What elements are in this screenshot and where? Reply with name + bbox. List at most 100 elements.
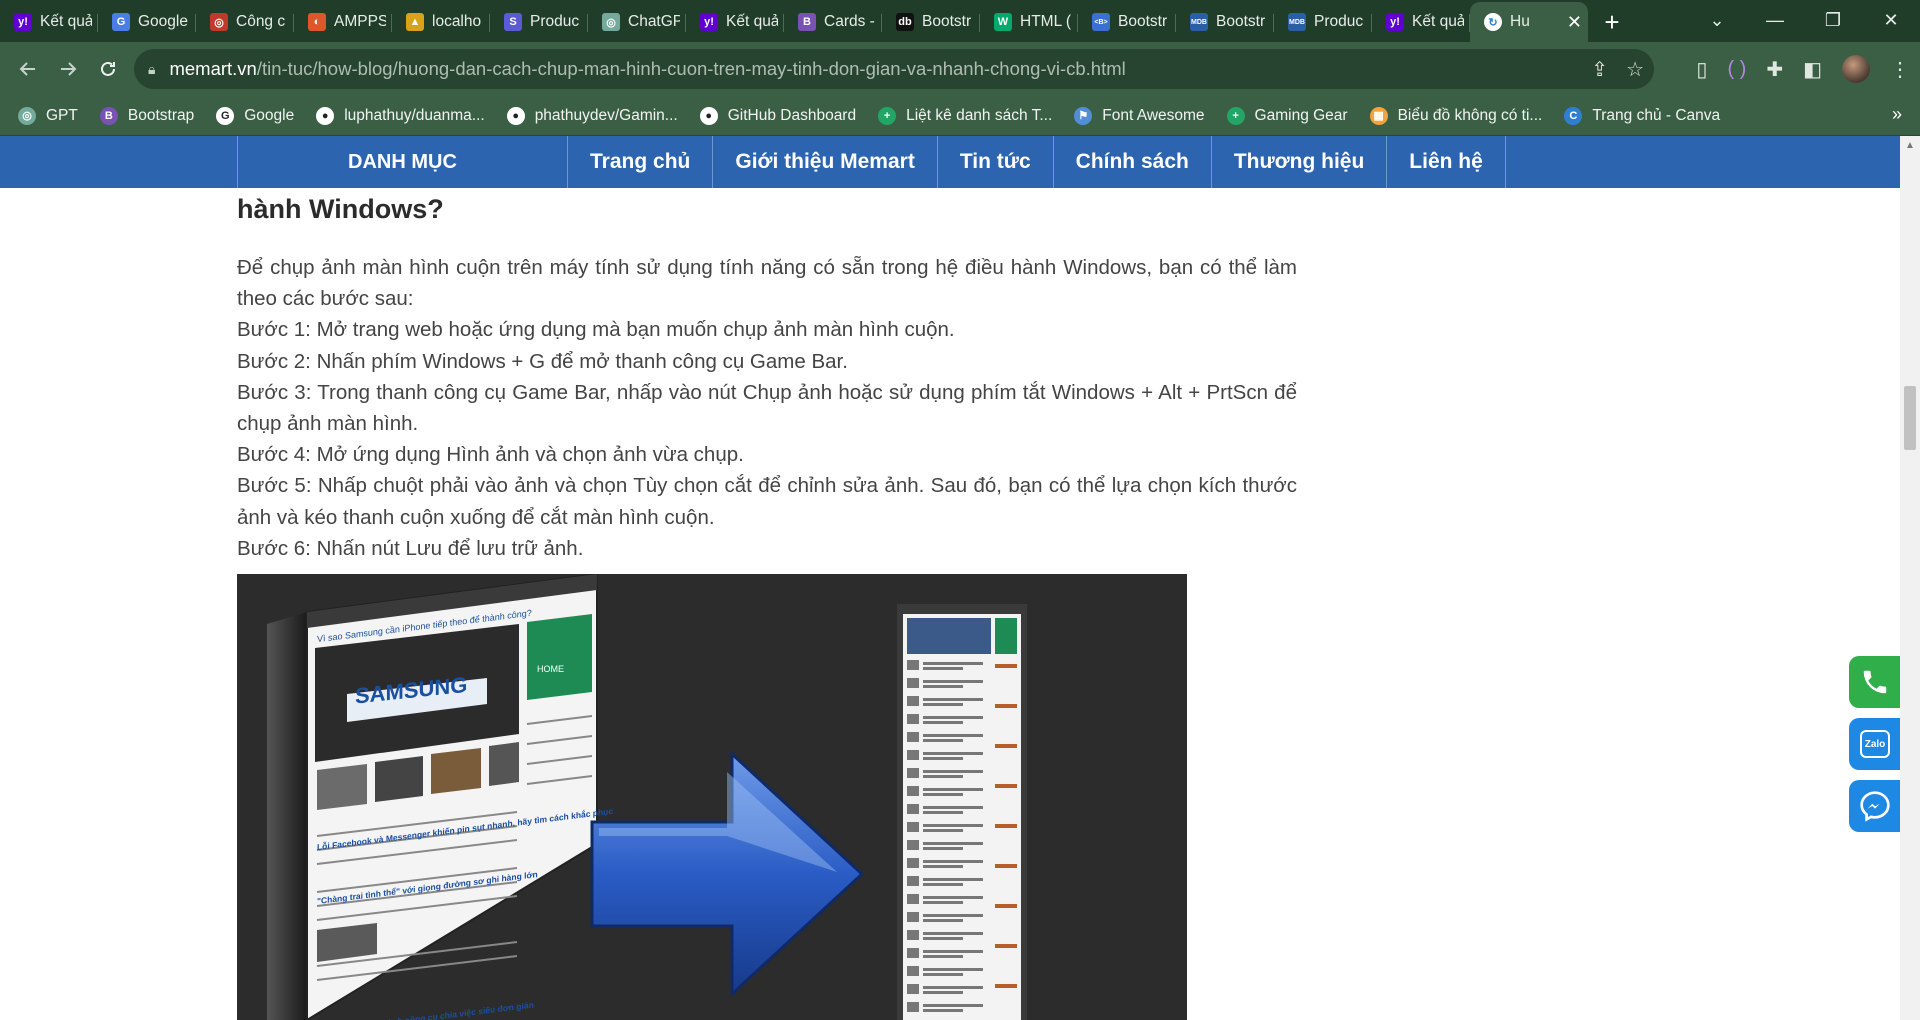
zalo-button[interactable]: Zalo (1849, 718, 1900, 770)
tab-8[interactable]: B Cards - (784, 2, 882, 42)
lock-icon[interactable]: 🔒︎ (148, 61, 155, 78)
bookmark-item[interactable]: + Gaming Gear (1226, 106, 1348, 125)
forward-arrow-icon[interactable] (48, 49, 88, 89)
back-arrow-icon[interactable] (8, 49, 48, 89)
google-translate-icon: G (112, 13, 130, 31)
side-panel-icon[interactable]: ◧ (1803, 57, 1822, 82)
extensions-puzzle-icon[interactable]: ✚ (1766, 57, 1783, 82)
bookmark-item[interactable]: G Google (216, 106, 295, 125)
tab-3[interactable]: ◐ AMPPS (294, 2, 392, 42)
tab-title: Kết quả (40, 13, 92, 30)
tab-13[interactable]: MDB Produc (1274, 2, 1372, 42)
article-step-4: Bước 4: Mở ứng dụng Hình ảnh và chọn ảnh… (237, 443, 744, 467)
tab-title: Cards - (824, 13, 875, 30)
zalo-icon: Zalo (1860, 730, 1890, 758)
bookmark-label: Bootstrap (127, 106, 195, 124)
tab-4[interactable]: ▲ localho (392, 2, 490, 42)
new-tab-button[interactable]: + (1592, 2, 1632, 42)
article-section-heading: hành Windows? (237, 194, 444, 224)
page-viewport: hành Windows? Để chụp ảnh màn hình cuộn … (0, 136, 1900, 1020)
close-tab-icon[interactable]: ✕ (1561, 12, 1582, 33)
nav-trang-chu[interactable]: Trang chủ (567, 136, 712, 188)
tab-active[interactable]: ↻ Hu ✕ (1470, 2, 1588, 42)
window-controls: ⌄ — ❐ ✕ (1688, 0, 1920, 40)
bookmark-item[interactable]: C Trang chủ - Canva (1564, 106, 1720, 125)
bookmark-item[interactable]: ◎ GPT (18, 106, 78, 125)
tab-11[interactable]: <B> Bootstr (1078, 2, 1176, 42)
url-text[interactable]: memart.vn/tin-tuc/how-blog/huong-dan-cac… (169, 58, 1125, 80)
messenger-button[interactable] (1849, 780, 1900, 832)
tab-14[interactable]: y! Kết quả (1372, 2, 1470, 42)
tab-title: localho (432, 13, 482, 30)
share-icon[interactable]: ⇪ (1591, 57, 1608, 82)
messenger-icon (1860, 791, 1890, 822)
yahoo-icon: y! (1386, 13, 1404, 31)
nav-lien-he[interactable]: Liên hệ (1386, 136, 1506, 188)
menu-kebab-icon[interactable]: ⋮ (1890, 57, 1910, 82)
scroll-up-arrow-icon[interactable]: ▲ (1905, 140, 1915, 151)
browser-tab-strip: y! Kết quả G Google ◎ Công c ◐ AMPPS ▲ localho S Pr… (0, 0, 1920, 42)
memart-icon: ↻ (1484, 13, 1502, 31)
tab-9[interactable]: db Bootstr (882, 2, 980, 42)
nav-chinh-sach[interactable]: Chính sách (1052, 136, 1211, 188)
w3-icon: W (994, 13, 1012, 31)
close-window-icon[interactable]: ✕ (1862, 0, 1920, 40)
bookmark-item[interactable]: + Liệt kê danh sách T... (878, 106, 1052, 125)
bookmarks-overflow-icon[interactable]: » (1892, 104, 1902, 125)
tab-2[interactable]: ◎ Công c (196, 2, 294, 42)
nav-thuong-hieu[interactable]: Thương hiệu (1210, 136, 1386, 188)
phone-device-icon[interactable]: ▯ (1696, 57, 1707, 82)
page-scrollbar[interactable]: ▲ (1900, 136, 1920, 1020)
bookmark-label: Biểu đồ không có ti... (1397, 106, 1543, 124)
bookmark-label: Google (244, 106, 295, 124)
tab-search-icon[interactable]: ⌄ (1688, 0, 1746, 40)
tab-title: Công c (236, 13, 286, 30)
profile-avatar[interactable] (1842, 55, 1870, 83)
address-bar[interactable]: 🔒︎ memart.vn/tin-tuc/how-blog/huong-dan-… (134, 49, 1654, 89)
nav-tin-tuc[interactable]: Tin tức (936, 136, 1053, 188)
phone-icon (1863, 670, 1887, 694)
image-home-label: HOME (537, 664, 564, 674)
article-step-5: Bước 5: Nhấp chuột phải vào ảnh và chọn … (237, 474, 1297, 529)
restore-icon[interactable]: ❐ (1804, 0, 1862, 40)
tab-7[interactable]: y! Kết quả (686, 2, 784, 42)
dev-icon: db (896, 13, 914, 31)
tab-title: Produc (1314, 13, 1364, 30)
bookmark-item[interactable]: ▦ Biểu đồ không có ti... (1369, 106, 1543, 125)
bootstrap-icon: B (99, 106, 118, 125)
tab-5[interactable]: S Produc (490, 2, 588, 42)
tool-icon: ◎ (210, 13, 228, 31)
tab-title: Bootstr (1118, 13, 1168, 30)
tab-title: ChatGP (628, 13, 680, 30)
github-icon: ● (699, 106, 718, 125)
tab-0[interactable]: y! Kết quả (0, 2, 98, 42)
image-bottom-headline: Biến Facebook thành công cụ chia việc si… (317, 1000, 534, 1020)
bookmark-item[interactable]: ● GitHub Dashboard (699, 106, 856, 125)
sheets-icon: + (878, 106, 897, 125)
tab-title: Produc (530, 13, 580, 30)
tab-12[interactable]: MDB Bootstr (1176, 2, 1274, 42)
tab-active-title: Hu (1510, 13, 1530, 30)
canva-icon: C (1564, 106, 1583, 125)
tab-6[interactable]: ◎ ChatGP (588, 2, 686, 42)
bookmark-item[interactable]: B Bootstrap (99, 106, 195, 125)
tab-title: Kết quả (1412, 13, 1464, 30)
nav-gioi-thieu[interactable]: Giới thiệu Memart (712, 136, 936, 188)
yahoo-icon: y! (700, 13, 718, 31)
bookmark-item[interactable]: ⚑ Font Awesome (1074, 106, 1205, 125)
chatgpt-icon: ◎ (18, 106, 36, 125)
tab-title: AMPPS (334, 13, 386, 30)
phone-call-button[interactable] (1849, 656, 1900, 708)
tab-10[interactable]: W HTML ( (980, 2, 1078, 42)
bookmark-item[interactable]: ● phathuydev/Gamin... (506, 106, 678, 125)
nav-danh-muc[interactable]: DANH MỤC (237, 136, 567, 188)
github-icon: ● (506, 106, 525, 125)
bookmark-star-icon[interactable]: ☆ (1626, 57, 1644, 82)
tab-1[interactable]: G Google (98, 2, 196, 42)
reload-icon[interactable] (88, 49, 128, 89)
extension-parentheses-icon[interactable]: ( ) (1727, 58, 1746, 81)
scrollbar-thumb[interactable] (1904, 386, 1916, 450)
bootstrap-studio-icon: <B> (1092, 13, 1110, 31)
minimize-icon[interactable]: — (1746, 0, 1804, 40)
bookmark-item[interactable]: ● luphathuy/duanma... (316, 106, 485, 125)
